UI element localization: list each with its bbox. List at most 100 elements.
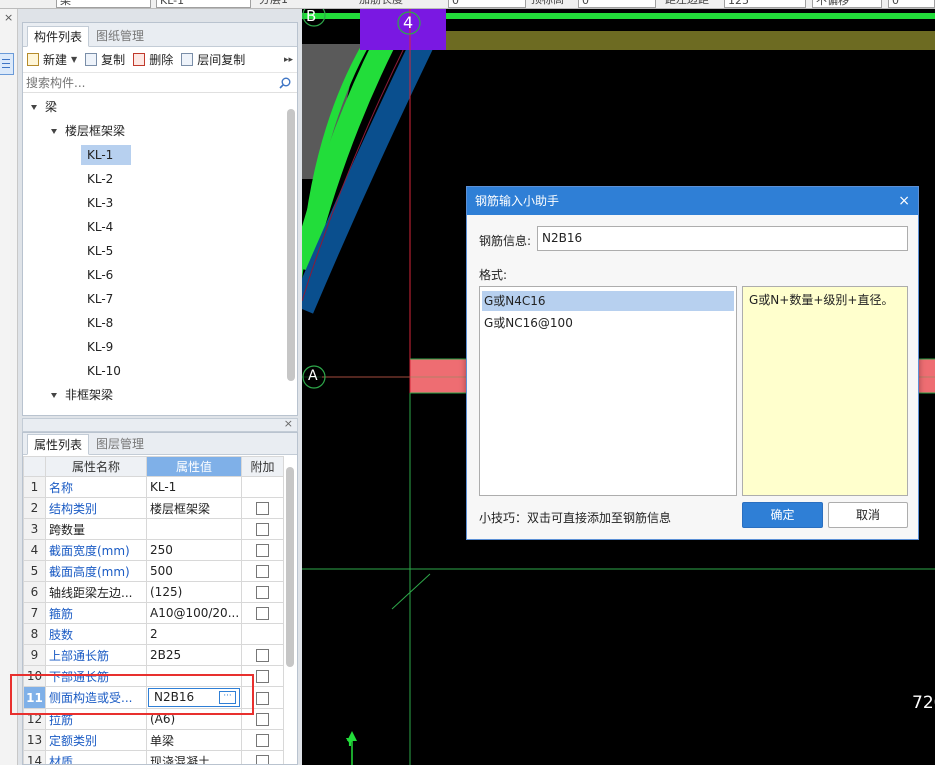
scroll-thumb[interactable] [287,109,295,381]
extra-checkbox[interactable] [256,523,269,536]
extra-checkbox[interactable] [256,755,269,764]
tab-drawing-manage[interactable]: 图纸管理 [89,25,151,46]
extra-checkbox[interactable] [256,670,269,683]
property-name: 肢数 [45,623,147,645]
extra-checkbox[interactable] [256,565,269,578]
layer-field[interactable]: 分层1 [256,0,351,8]
tree-item-kl-6[interactable]: KL-6 [87,265,113,285]
copy-button[interactable]: 复制 [85,51,125,68]
member-type-field[interactable]: 梁 [56,0,151,8]
property-name: 上部通长筋 [45,644,147,666]
property-value[interactable]: A10@100/20... [146,602,242,624]
property-value[interactable]: 2 [146,623,242,645]
extra-cell [241,602,284,624]
tree-item-kl-8[interactable]: KL-8 [87,313,113,333]
tree-node-nonframe-beam[interactable]: 非框架梁 [51,385,113,405]
tree-item-kl-1[interactable]: KL-1 [81,145,131,165]
property-value[interactable]: 500 [146,560,242,582]
extra-cell [241,623,284,645]
row-number: 6 [23,581,46,603]
tree-node-beam[interactable]: 梁 [31,97,57,117]
property-row[interactable]: 7 箍筋 A10@100/20... [23,602,284,624]
extra-checkbox[interactable] [256,734,269,747]
rebar-helper-dialog: 钢筋输入小助手 × 钢筋信息: N2B16 格式: G或N4C16 G或NC16… [466,186,919,540]
panel-splitter[interactable]: × [22,417,298,432]
row-number: 2 [23,497,46,519]
tree-item-kl-5[interactable]: KL-5 [87,241,113,261]
extra-length-input[interactable]: 0 [448,0,526,8]
row-number: 7 [23,602,46,624]
property-row[interactable]: 3 跨数量 [23,518,284,540]
tree-scrollbar[interactable] [287,109,295,409]
more-icon[interactable]: ▸▸ [284,55,293,65]
property-value[interactable]: 2B25 [146,644,242,666]
property-value[interactable]: 250 [146,539,242,561]
row-number: 13 [23,729,46,751]
extra-cell [241,560,284,582]
property-row[interactable]: 13 定额类别 单梁 [23,729,284,751]
collapse-icon[interactable] [31,105,37,110]
extra-checkbox[interactable] [256,586,269,599]
property-row[interactable]: 4 截面宽度(mm) 250 [23,539,284,561]
ok-button[interactable]: 确定 [742,502,823,528]
extra-checkbox[interactable] [256,607,269,620]
extra-checkbox[interactable] [256,502,269,515]
collapse-icon[interactable] [51,129,57,134]
dropdown-arrow-icon[interactable]: ▼ [71,55,77,64]
tab-component-list[interactable]: 构件列表 [27,26,90,47]
format-item-selected[interactable]: G或N4C16 [482,291,734,311]
new-button[interactable]: 新建 ▼ [27,51,77,68]
extra-checkbox[interactable] [256,691,269,705]
panel-toggle-icon[interactable] [0,53,14,75]
dialog-titlebar[interactable]: 钢筋输入小助手 × [467,187,918,215]
tree-node-frame-beam[interactable]: 楼层框架梁 [51,121,125,141]
floor-copy-button[interactable]: 层间复制 [181,51,245,68]
dimension-text: 720 [912,693,935,713]
property-row[interactable]: 2 结构类别 楼层框架梁 [23,497,284,519]
property-row[interactable]: 9 上部通长筋 2B25 [23,644,284,666]
extra-checkbox[interactable] [256,649,269,662]
tree-item-kl-3[interactable]: KL-3 [87,193,113,213]
left-offset-label: 距左边距 [662,0,724,8]
tree-item-kl-9[interactable]: KL-9 [87,337,113,357]
property-value[interactable]: KL-1 [146,476,242,498]
tab-property-list[interactable]: 属性列表 [27,434,90,455]
close-icon[interactable]: × [284,417,293,430]
rebar-info-input[interactable]: N2B16 [537,226,908,251]
tab-layer-manage[interactable]: 图层管理 [89,433,151,454]
property-value[interactable]: 现浇混凝土 [146,750,242,764]
left-offset-input[interactable]: 125 [724,0,806,8]
property-value[interactable]: 单梁 [146,729,242,751]
offset-mode-select[interactable]: 不偏移 [812,0,882,8]
format-item[interactable]: G或NC16@100 [482,313,734,333]
close-icon[interactable]: × [4,11,13,24]
tree-item-kl-4[interactable]: KL-4 [87,217,113,237]
tree-node-label: 梁 [45,100,58,114]
tree-item-kl-7[interactable]: KL-7 [87,289,113,309]
property-scrollbar[interactable] [286,467,294,764]
delete-button[interactable]: 删除 [133,51,173,68]
collapse-icon[interactable] [51,393,57,398]
property-row[interactable]: 8 肢数 2 [23,623,284,645]
property-row[interactable]: 6 轴线距梁左边... (125) [23,581,284,603]
scroll-thumb[interactable] [286,467,294,667]
tree-item-kl-10[interactable]: KL-10 [87,361,121,381]
property-row[interactable]: 1 名称 KL-1 [23,476,284,498]
member-name-field[interactable]: KL-1 [156,0,251,8]
search-icon[interactable] [279,77,291,89]
row-number: 1 [23,476,46,498]
property-value[interactable] [146,518,242,540]
tree-item-kl-2[interactable]: KL-2 [87,169,113,189]
property-value[interactable]: 楼层框架梁 [146,497,242,519]
extra-checkbox[interactable] [256,544,269,557]
search-input[interactable] [23,73,273,92]
property-row[interactable]: 14 材质 现浇混凝土 [23,750,284,764]
property-row[interactable]: 5 截面高度(mm) 500 [23,560,284,582]
top-elev-input[interactable]: 0 [578,0,656,8]
tree-node-label: 楼层框架梁 [65,124,126,138]
property-value[interactable]: (125) [146,581,242,603]
offset-value-input[interactable]: 0 [888,0,935,8]
close-icon[interactable]: × [898,187,910,215]
cancel-button[interactable]: 取消 [828,502,908,528]
extra-checkbox[interactable] [256,713,269,726]
